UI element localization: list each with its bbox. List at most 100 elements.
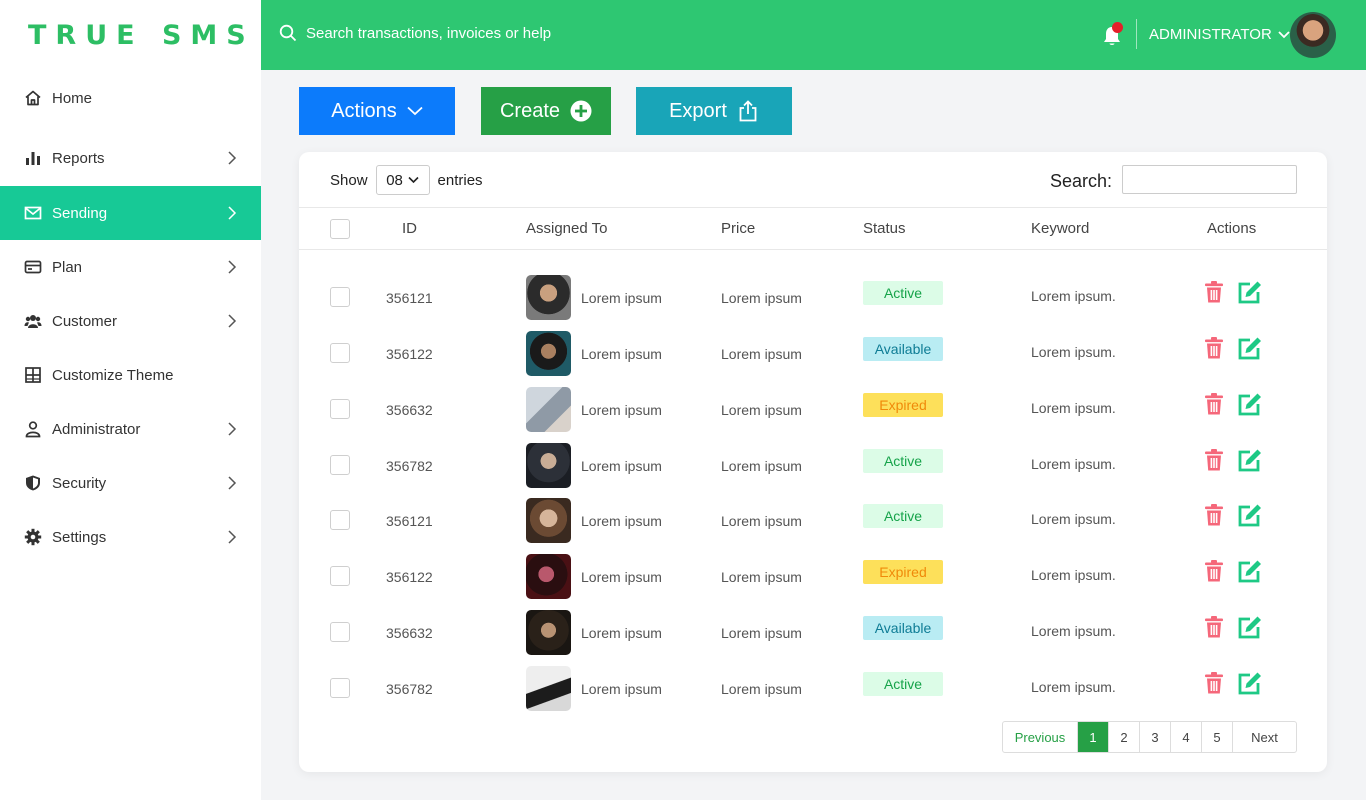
- create-button[interactable]: Create: [481, 87, 611, 135]
- row-checkbox[interactable]: [330, 398, 350, 419]
- pagination-page-1[interactable]: 1: [1078, 722, 1109, 752]
- user-name: ADMINISTRATOR: [1149, 26, 1272, 43]
- row-checkbox[interactable]: [330, 622, 350, 643]
- sidebar-item-settings[interactable]: Settings: [0, 510, 261, 564]
- cell-assigned: Lorem ipsum: [581, 457, 662, 474]
- sidebar-item-label: Reports: [52, 149, 105, 167]
- cell-keyword: Lorem ipsum.: [1031, 678, 1116, 695]
- show-label: Show: [330, 171, 368, 189]
- select-all-checkbox[interactable]: [330, 219, 350, 239]
- sidebar-item-sending[interactable]: Sending: [0, 186, 261, 240]
- status-badge: Active: [863, 448, 943, 473]
- edit-icon[interactable]: [1237, 558, 1263, 584]
- cell-keyword: Lorem ipsum.: [1031, 511, 1116, 528]
- sidebar-item-customize-theme[interactable]: Customize Theme: [0, 348, 261, 402]
- trash-icon[interactable]: [1203, 615, 1225, 639]
- sidebar-item-label: Customer: [52, 312, 118, 330]
- cell-keyword: Lorem ipsum.: [1031, 623, 1116, 640]
- trash-icon[interactable]: [1203, 336, 1225, 360]
- trash-icon[interactable]: [1203, 503, 1225, 527]
- pagination-previous[interactable]: Previous: [1003, 722, 1078, 752]
- user-icon: [24, 420, 42, 438]
- cell-id: 356782: [386, 457, 433, 474]
- global-search-placeholder[interactable]: Search transactions, invoices or help: [306, 25, 551, 42]
- divider: [1136, 19, 1137, 49]
- pagination-page-5[interactable]: 5: [1202, 722, 1233, 752]
- edit-icon[interactable]: [1237, 391, 1263, 417]
- table-row: 356121 Lorem ipsum Lorem ipsum Active Lorem …: [299, 275, 1327, 333]
- chevron-right-icon: [228, 206, 237, 220]
- status-badge: Active: [863, 671, 943, 696]
- entries-label: entries: [437, 171, 483, 189]
- sidebar-item-label: Plan: [52, 258, 83, 276]
- cell-price: Lorem ipsum: [721, 457, 802, 474]
- sidebar-item-label: Security: [52, 474, 107, 492]
- status-badge: Expired: [863, 560, 943, 585]
- entries-value: 08: [386, 171, 403, 189]
- entries-select[interactable]: 08: [375, 165, 430, 195]
- column-header-status[interactable]: Status: [863, 220, 906, 237]
- trash-icon[interactable]: [1203, 671, 1225, 695]
- row-checkbox[interactable]: [330, 510, 350, 531]
- sidebar-item-label: Sending: [52, 204, 108, 222]
- column-header-id[interactable]: ID: [402, 220, 417, 237]
- edit-icon[interactable]: [1237, 614, 1263, 640]
- cell-assigned: Lorem ipsum: [581, 345, 662, 362]
- actions-button-label: Actions: [331, 99, 397, 122]
- sidebar-item-plan[interactable]: Plan: [0, 240, 261, 294]
- edit-icon[interactable]: [1237, 447, 1263, 473]
- assignee-photo: [526, 665, 571, 711]
- pagination-page-2[interactable]: 2: [1109, 722, 1140, 752]
- chevron-down-icon: [408, 176, 419, 184]
- create-button-label: Create: [499, 99, 561, 122]
- pagination-page-3[interactable]: 3: [1140, 722, 1171, 752]
- actions-button[interactable]: Actions: [299, 87, 455, 135]
- row-checkbox[interactable]: [330, 287, 350, 307]
- mail-icon: [24, 204, 42, 222]
- trash-icon[interactable]: [1203, 280, 1225, 304]
- cell-assigned: Lorem ipsum: [581, 401, 662, 418]
- row-checkbox[interactable]: [330, 342, 350, 363]
- column-header-price[interactable]: Price: [721, 220, 755, 237]
- sidebar: TRUE SMS Home Reports Sending Plan Custo…: [0, 0, 261, 800]
- home-icon: [24, 89, 42, 107]
- table-search-label: Search:: [1050, 171, 1113, 191]
- avatar[interactable]: [1290, 12, 1336, 58]
- sidebar-item-label: Home: [52, 89, 93, 107]
- sidebar-item-security[interactable]: Security: [0, 456, 261, 510]
- cell-price: Lorem ipsum: [721, 625, 802, 642]
- edit-icon[interactable]: [1237, 335, 1263, 361]
- edit-icon[interactable]: [1237, 502, 1263, 528]
- cell-assigned: Lorem ipsum: [581, 625, 662, 642]
- sidebar-item-home[interactable]: Home: [0, 71, 261, 125]
- cell-price: Lorem ipsum: [721, 401, 802, 418]
- edit-icon[interactable]: [1237, 670, 1263, 696]
- shield-icon: [24, 474, 42, 492]
- search-icon: [279, 24, 297, 42]
- sidebar-item-administrator[interactable]: Administrator: [0, 402, 261, 456]
- global-search[interactable]: Search transactions, invoices or help: [279, 24, 551, 42]
- edit-icon[interactable]: [1237, 279, 1263, 305]
- sidebar-item-reports[interactable]: Reports: [0, 131, 261, 185]
- pagination-next[interactable]: Next: [1233, 722, 1296, 752]
- topbar: Search transactions, invoices or help AD…: [261, 0, 1366, 70]
- assignee-photo: [526, 554, 571, 600]
- pagination-page-4[interactable]: 4: [1171, 722, 1202, 752]
- trash-icon[interactable]: [1203, 392, 1225, 416]
- status-badge: Available: [863, 616, 943, 641]
- plus-circle-icon: [570, 100, 592, 122]
- sidebar-item-label: Customize Theme: [52, 366, 174, 384]
- brand-logo: TRUE SMS: [28, 19, 255, 51]
- column-header-assigned[interactable]: Assigned To: [526, 220, 607, 237]
- row-checkbox[interactable]: [330, 677, 350, 698]
- export-button[interactable]: Export: [636, 87, 792, 135]
- column-header-keyword[interactable]: Keyword: [1031, 220, 1089, 237]
- trash-icon[interactable]: [1203, 448, 1225, 472]
- sidebar-item-customer[interactable]: Customer: [0, 294, 261, 348]
- status-badge: Active: [863, 504, 943, 529]
- user-menu[interactable]: ADMINISTRATOR: [1149, 26, 1290, 43]
- row-checkbox[interactable]: [330, 454, 350, 475]
- table-search-input[interactable]: [1122, 165, 1297, 194]
- row-checkbox[interactable]: [330, 566, 350, 587]
- trash-icon[interactable]: [1203, 559, 1225, 583]
